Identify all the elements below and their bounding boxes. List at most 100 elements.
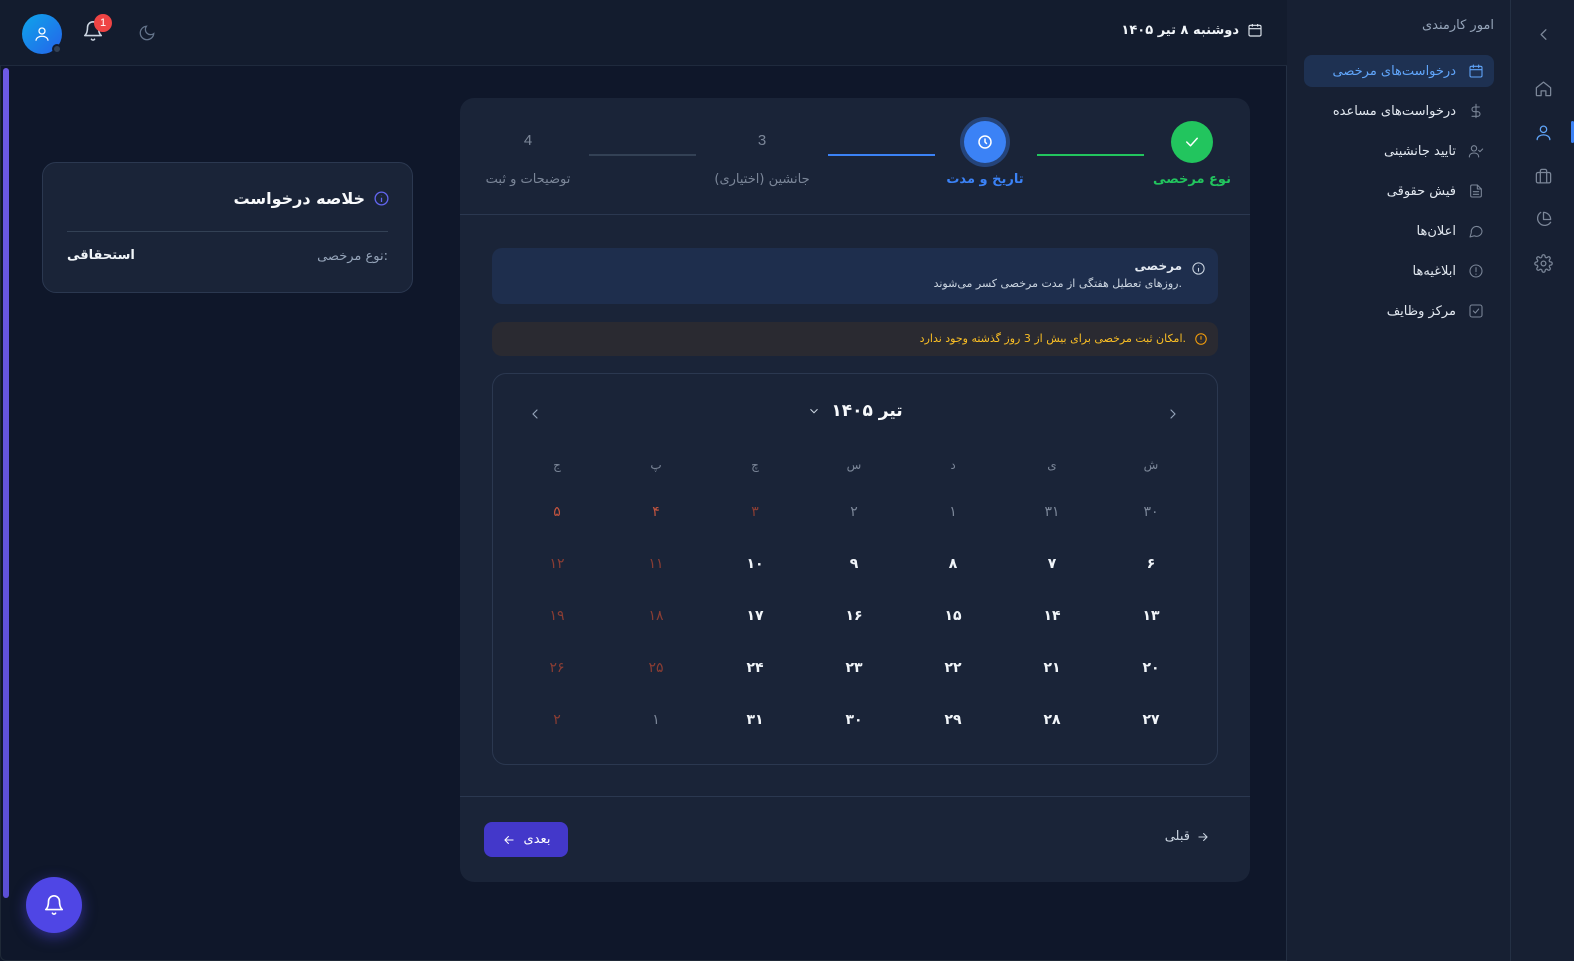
month-selector[interactable]: تیر ۱۴۰۵ bbox=[493, 401, 1217, 421]
calendar-day[interactable]: ۲۶ bbox=[527, 660, 587, 676]
step-connector-pending bbox=[589, 154, 696, 156]
calendar-day[interactable]: ۲۱ bbox=[1022, 660, 1082, 676]
step-2-current[interactable] bbox=[964, 121, 1006, 163]
calendar-day[interactable]: ۱ bbox=[923, 504, 983, 520]
calendar-day[interactable]: ۱۸ bbox=[626, 608, 686, 624]
sidebar-item-advance-requests[interactable]: درخواست‌های مساعده bbox=[1304, 95, 1494, 127]
theme-toggle[interactable] bbox=[138, 24, 156, 46]
calendar-day[interactable]: ۲۹ bbox=[923, 712, 983, 728]
sidebar-item-label: مرکز وظایف bbox=[1386, 303, 1456, 319]
calendar-day[interactable]: ۲۳ bbox=[824, 660, 884, 676]
calendar-day[interactable]: ۳۰ bbox=[1121, 504, 1181, 520]
home-icon[interactable] bbox=[1531, 76, 1555, 100]
calendar-icon bbox=[1248, 24, 1262, 37]
calendar-day[interactable]: ۵ bbox=[527, 504, 587, 520]
sidebar-item-notifications[interactable]: اعلان‌ها bbox=[1304, 215, 1494, 247]
sidebar-item-leave-requests[interactable]: درخواست‌های مرخصی bbox=[1304, 55, 1494, 87]
calendar-day[interactable]: ۴ bbox=[626, 504, 686, 520]
clock-icon bbox=[978, 135, 992, 149]
calendar-day[interactable]: ۲۷ bbox=[1121, 712, 1181, 728]
next-button[interactable]: بعدی bbox=[484, 822, 568, 857]
sidebar-item-task-center[interactable]: مرکز وظایف bbox=[1304, 295, 1494, 327]
step-3-label: جانشین (اختیاری) bbox=[714, 172, 810, 187]
checkbox-icon bbox=[1469, 304, 1483, 318]
calendar-day[interactable]: ۲۰ bbox=[1121, 660, 1181, 676]
calendar-day[interactable]: ۳ bbox=[725, 504, 785, 520]
sidebar-title: امور کارمندی bbox=[1421, 18, 1494, 33]
briefcase-icon[interactable] bbox=[1531, 164, 1555, 188]
calendar-day[interactable]: ۱۰ bbox=[725, 556, 785, 572]
calendar-day[interactable]: ۲۲ bbox=[923, 660, 983, 676]
sidebar-item-announcements[interactable]: ابلاغیه‌ها bbox=[1304, 255, 1494, 287]
user-check-icon bbox=[1468, 145, 1484, 158]
step-4-number[interactable]: 4 bbox=[507, 132, 549, 149]
calendar-icon bbox=[1469, 64, 1483, 78]
step-4-label: توضیحات و ثبت bbox=[485, 172, 571, 187]
calendar-day[interactable]: ۲ bbox=[527, 712, 587, 728]
calendar-day[interactable]: ۲۵ bbox=[626, 660, 686, 676]
calendar-day[interactable]: ۱۴ bbox=[1022, 608, 1082, 624]
sidebar-item-label: درخواست‌های مرخصی bbox=[1332, 63, 1457, 79]
calendar-day[interactable]: ۹ bbox=[824, 556, 884, 572]
calendar-day[interactable]: ۲ bbox=[824, 504, 884, 520]
calendar-day[interactable]: ۲۸ bbox=[1022, 712, 1082, 728]
weekday-header: پ bbox=[650, 458, 662, 472]
summary-title-text: خلاصه درخواست bbox=[233, 189, 365, 208]
user-icon bbox=[35, 27, 49, 41]
warning-alert: امکان ثبت مرخصی برای بیش از 3 روز گذشته … bbox=[492, 322, 1218, 356]
calendar-day[interactable]: ۳۱ bbox=[1022, 504, 1082, 520]
bell-icon bbox=[44, 895, 64, 915]
gear-icon[interactable] bbox=[1531, 251, 1555, 275]
top-header: دوشنبه ۸ تیر ۱۴۰۵ 1 bbox=[0, 0, 1287, 66]
check-icon bbox=[1186, 137, 1198, 147]
weekday-header: ج bbox=[553, 458, 561, 472]
floating-notification-button[interactable] bbox=[26, 877, 82, 933]
status-dot bbox=[52, 44, 62, 54]
step-connector-active bbox=[828, 154, 935, 156]
warning-text: امکان ثبت مرخصی برای بیش از 3 روز گذشته … bbox=[919, 332, 1186, 345]
sidebar-item-label: اعلان‌ها bbox=[1416, 223, 1457, 239]
calendar-day[interactable]: ۲۴ bbox=[725, 660, 785, 676]
divider bbox=[67, 231, 388, 232]
notifications-button[interactable]: 1 bbox=[82, 14, 112, 44]
previous-button[interactable]: قبلی bbox=[1165, 829, 1210, 844]
avatar[interactable] bbox=[22, 14, 62, 54]
chevron-down-icon bbox=[810, 408, 819, 414]
info-text: روزهای تعطیل هفتگی از مدت مرخصی کسر می‌ش… bbox=[933, 277, 1182, 290]
weekday-header: ی bbox=[1047, 458, 1057, 472]
calendar-day[interactable]: ۱۶ bbox=[824, 608, 884, 624]
user-icon[interactable] bbox=[1531, 120, 1555, 144]
next-button-label: بعدی bbox=[523, 832, 551, 847]
calendar-day[interactable]: ۷ bbox=[1022, 556, 1082, 572]
calendar-day[interactable]: ۱۳ bbox=[1121, 608, 1181, 624]
calendar-day[interactable]: ۸ bbox=[923, 556, 983, 572]
notification-badge: 1 bbox=[94, 14, 112, 32]
calendar-day[interactable]: ۱۵ bbox=[923, 608, 983, 624]
calendar-day[interactable]: ۳۰ bbox=[824, 712, 884, 728]
step-3-number[interactable]: 3 bbox=[741, 132, 783, 149]
summary-title: خلاصه درخواست bbox=[233, 189, 390, 208]
calendar-day[interactable]: ۶ bbox=[1121, 556, 1181, 572]
calendar-day[interactable]: ۱۹ bbox=[527, 608, 587, 624]
arrow-left-icon bbox=[503, 835, 514, 844]
chevron-left-icon[interactable] bbox=[1531, 22, 1555, 46]
weekday-header: س bbox=[846, 458, 862, 472]
leave-request-card: 3 4 نوع مرخصی تاریخ و مدت جانشین (اختیار… bbox=[460, 98, 1250, 882]
leave-type-label: نوع مرخصی: bbox=[317, 249, 388, 264]
warning-icon bbox=[1195, 333, 1207, 345]
request-summary-card: خلاصه درخواست نوع مرخصی: استحقاقی bbox=[42, 162, 413, 293]
calendar-day[interactable]: ۱۲ bbox=[527, 556, 587, 572]
sidebar-item-substitute-approval[interactable]: تایید جانشینی bbox=[1304, 135, 1494, 167]
weekday-header: چ bbox=[751, 458, 759, 472]
pie-chart-icon[interactable] bbox=[1531, 207, 1555, 231]
calendar-day[interactable]: ۱ bbox=[626, 712, 686, 728]
calendar-day[interactable]: ۱۱ bbox=[626, 556, 686, 572]
current-date: دوشنبه ۸ تیر ۱۴۰۵ bbox=[1121, 22, 1263, 38]
step-1-done[interactable] bbox=[1171, 121, 1213, 163]
arrow-right-icon bbox=[1198, 832, 1208, 841]
step-1-label: نوع مرخصی bbox=[1153, 172, 1231, 187]
calendar-day[interactable]: ۱۷ bbox=[725, 608, 785, 624]
sidebar-item-payslip[interactable]: فیش حقوقی bbox=[1304, 175, 1494, 207]
leave-type-value: استحقاقی bbox=[67, 248, 135, 263]
calendar-day[interactable]: ۳۱ bbox=[725, 712, 785, 728]
